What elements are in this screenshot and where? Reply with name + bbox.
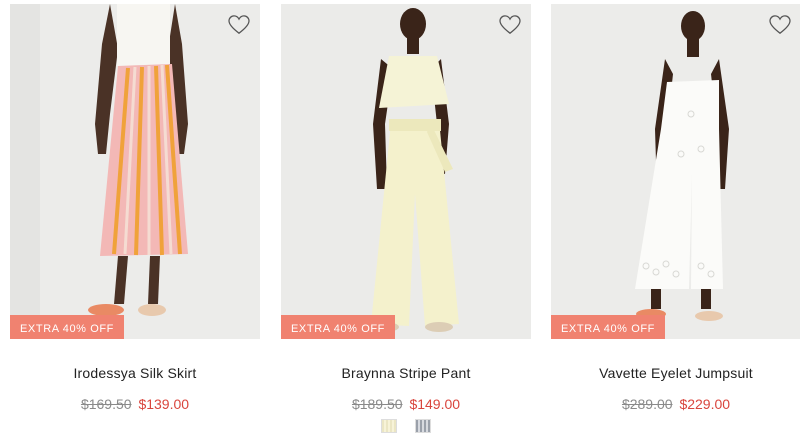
product-grid: EXTRA 40% OFF Irodessya Silk Skirt $169.… [0, 0, 800, 436]
swatch-cream-stripe[interactable] [380, 419, 397, 433]
original-price: $189.50 [351, 396, 403, 412]
product-image[interactable]: EXTRA 40% OFF [281, 4, 531, 339]
heart-icon[interactable] [769, 15, 791, 35]
discount-badge: EXTRA 40% OFF [551, 315, 665, 339]
product-card-irodessya[interactable]: EXTRA 40% OFF Irodessya Silk Skirt $169.… [10, 0, 260, 436]
product-image[interactable]: EXTRA 40% OFF [551, 4, 800, 339]
price-row: $169.50 $139.00 [10, 396, 260, 412]
product-name[interactable]: Irodessya Silk Skirt [10, 365, 260, 381]
sale-price: $149.00 [409, 396, 461, 412]
product-image[interactable]: EXTRA 40% OFF [10, 4, 260, 339]
product-card-vavette[interactable]: EXTRA 40% OFF Vavette Eyelet Jumpsuit $2… [551, 0, 800, 436]
heart-icon[interactable] [499, 15, 521, 35]
discount-badge: EXTRA 40% OFF [10, 315, 124, 339]
product-name[interactable]: Braynna Stripe Pant [281, 365, 531, 381]
product-card-braynna[interactable]: EXTRA 40% OFF Braynna Stripe Pant $189.5… [281, 0, 531, 436]
color-swatches [281, 419, 531, 436]
sale-price: $229.00 [679, 396, 731, 412]
model-photo-jumpsuit [551, 4, 800, 339]
heart-icon[interactable] [228, 15, 250, 35]
swatch-grey-stripe[interactable] [415, 419, 432, 433]
discount-badge: EXTRA 40% OFF [281, 315, 395, 339]
product-name[interactable]: Vavette Eyelet Jumpsuit [551, 365, 800, 381]
price-row: $289.00 $229.00 [551, 396, 800, 412]
model-photo-skirt [10, 4, 260, 339]
original-price: $289.00 [621, 396, 673, 412]
sale-price: $139.00 [138, 396, 190, 412]
original-price: $169.50 [80, 396, 132, 412]
price-row: $189.50 $149.00 [281, 396, 531, 412]
model-photo-pant [281, 4, 531, 339]
